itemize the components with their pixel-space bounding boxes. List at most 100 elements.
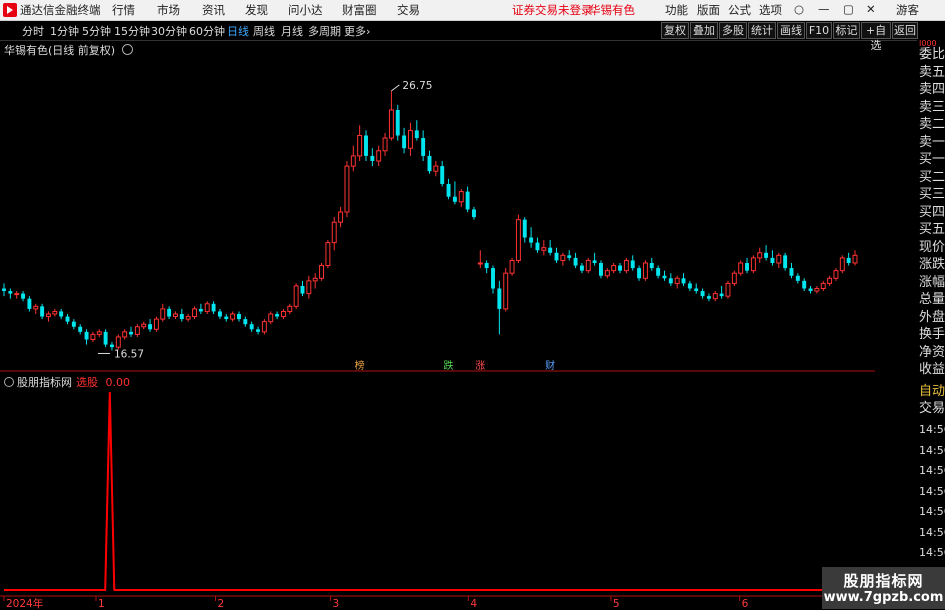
add-watchlist-button[interactable]: +自选	[861, 22, 891, 52]
period-tab-1min[interactable]: 1分钟	[50, 23, 79, 39]
candle	[567, 250, 572, 261]
app-title: 通达信金融终端	[20, 3, 101, 17]
candle	[452, 181, 457, 205]
candle-body-down	[668, 278, 673, 284]
login-status[interactable]: 证券交易未登录	[512, 2, 593, 18]
candle-body-up	[153, 318, 159, 330]
date-tick-label: 2024年	[6, 597, 43, 610]
candle	[642, 260, 648, 281]
menu-item-quotes[interactable]: 行情	[112, 2, 135, 18]
candle-body-down	[783, 255, 788, 269]
candle	[268, 311, 274, 325]
period-tab-daily[interactable]: 日线	[227, 23, 249, 39]
candle-body-down	[630, 260, 635, 269]
trade-time: 14:56	[919, 546, 945, 559]
candle	[78, 324, 83, 335]
date-tick-label: 2	[218, 598, 225, 610]
draw-line-button[interactable]: 画线	[777, 22, 805, 39]
period-tab-intraday[interactable]: 分时	[22, 23, 44, 39]
candle-body-up	[560, 254, 566, 261]
candle	[325, 240, 331, 269]
candle-body-up	[833, 270, 839, 279]
candle-body-down	[65, 316, 70, 322]
candle	[515, 214, 521, 263]
minimize-icon[interactable]: —	[818, 2, 830, 16]
support-icon[interactable]: ○	[794, 2, 804, 16]
candle-body-down	[27, 298, 32, 309]
candle	[820, 280, 826, 292]
mark-button[interactable]: 标记	[833, 22, 860, 39]
candle	[839, 255, 845, 274]
indicator-settings-icon[interactable]	[4, 377, 14, 387]
quote-panel: I000 委比 卖五 卖四 卖三 卖二 卖一 买一 买二 买三 买四 买五 现价 涨跌 涨幅 总量 外盘 换手净…	[917, 39, 945, 610]
statistics-button[interactable]: 统计	[748, 22, 776, 39]
period-tab-monthly[interactable]: 月线	[281, 23, 303, 39]
overlay-button[interactable]: 叠加	[690, 22, 718, 39]
date-tick-label: 1	[98, 598, 105, 610]
candle-body-up	[325, 242, 331, 267]
guest-user[interactable]: 游客	[896, 2, 919, 18]
date-tick-label: 4	[470, 598, 477, 610]
back-button[interactable]: 返回	[892, 22, 918, 39]
settings-gear-icon[interactable]	[121, 44, 133, 55]
candle-body-down	[662, 275, 667, 279]
kline-chart[interactable]: 26.0025.0024.0023.0022.0021.0020.0019.00…	[0, 40, 875, 610]
candle-body-up	[357, 135, 363, 157]
indicator-title[interactable]: 股朋指标网 选股 0.00	[4, 374, 130, 390]
candle-body-up	[312, 277, 318, 282]
candle	[96, 329, 102, 337]
candle-body-up	[376, 150, 382, 162]
quote-field-label: 卖五	[919, 64, 945, 80]
menu-item-discover[interactable]: 发现	[245, 2, 268, 18]
candle-body-up	[306, 280, 312, 295]
menu-item-ask[interactable]: 问小达	[288, 2, 323, 18]
candle-body-up	[750, 257, 756, 272]
period-tab-60min[interactable]: 60分钟	[189, 23, 225, 39]
candle-body-down	[2, 288, 6, 292]
f10-button[interactable]: F10	[806, 22, 832, 39]
restore-rights-button[interactable]: 复权	[661, 22, 689, 39]
candle-body-down	[745, 263, 750, 271]
auto-trade-label[interactable]: 自动	[919, 385, 945, 399]
period-tab-weekly[interactable]: 周线	[253, 23, 275, 39]
candle	[8, 288, 13, 299]
period-tab-multi[interactable]: 多周期	[308, 23, 341, 39]
candle	[509, 257, 515, 276]
candle	[827, 275, 833, 286]
menu-item-function[interactable]: 功能	[665, 2, 688, 18]
candle	[280, 308, 286, 320]
menu-item-layout[interactable]: 版面	[697, 2, 720, 18]
menu-item-options[interactable]: 选项	[759, 2, 782, 18]
candle	[427, 150, 432, 174]
close-icon[interactable]: ✕	[866, 2, 876, 16]
period-tab-30min[interactable]: 30分钟	[151, 23, 187, 39]
menu-item-market[interactable]: 市场	[157, 2, 180, 18]
candle	[230, 311, 236, 322]
candle-body-down	[237, 314, 241, 320]
candle	[357, 125, 363, 161]
multi-stock-button[interactable]: 多股	[719, 22, 747, 39]
candle	[173, 311, 178, 320]
chart-title[interactable]: 华锡有色(日线 前复权)	[4, 42, 133, 58]
menu-item-formula[interactable]: 公式	[728, 2, 751, 18]
quote-field-label: 净资	[919, 344, 945, 360]
candle	[471, 206, 476, 220]
period-tab-more[interactable]: 更多›	[344, 23, 370, 39]
candle-body-up	[350, 155, 356, 167]
candle	[167, 306, 172, 320]
menu-item-wealth[interactable]: 财富圈	[342, 2, 377, 18]
candle-body-down	[719, 293, 724, 297]
candle-body-down	[395, 110, 400, 136]
candle	[458, 189, 464, 207]
maximize-icon[interactable]: ▢	[843, 2, 854, 16]
menu-item-trade[interactable]: 交易	[397, 2, 420, 18]
candle	[579, 263, 584, 274]
trade-label[interactable]: 交易	[919, 402, 945, 416]
candle-body-up	[90, 333, 96, 340]
candle	[414, 120, 419, 141]
menu-item-news[interactable]: 资讯	[202, 2, 225, 18]
quote-field-label: 卖三	[919, 99, 945, 115]
high-price-label: 26.75	[402, 80, 432, 92]
period-tab-5min[interactable]: 5分钟	[82, 23, 111, 39]
period-tab-15min[interactable]: 15分钟	[114, 23, 150, 39]
